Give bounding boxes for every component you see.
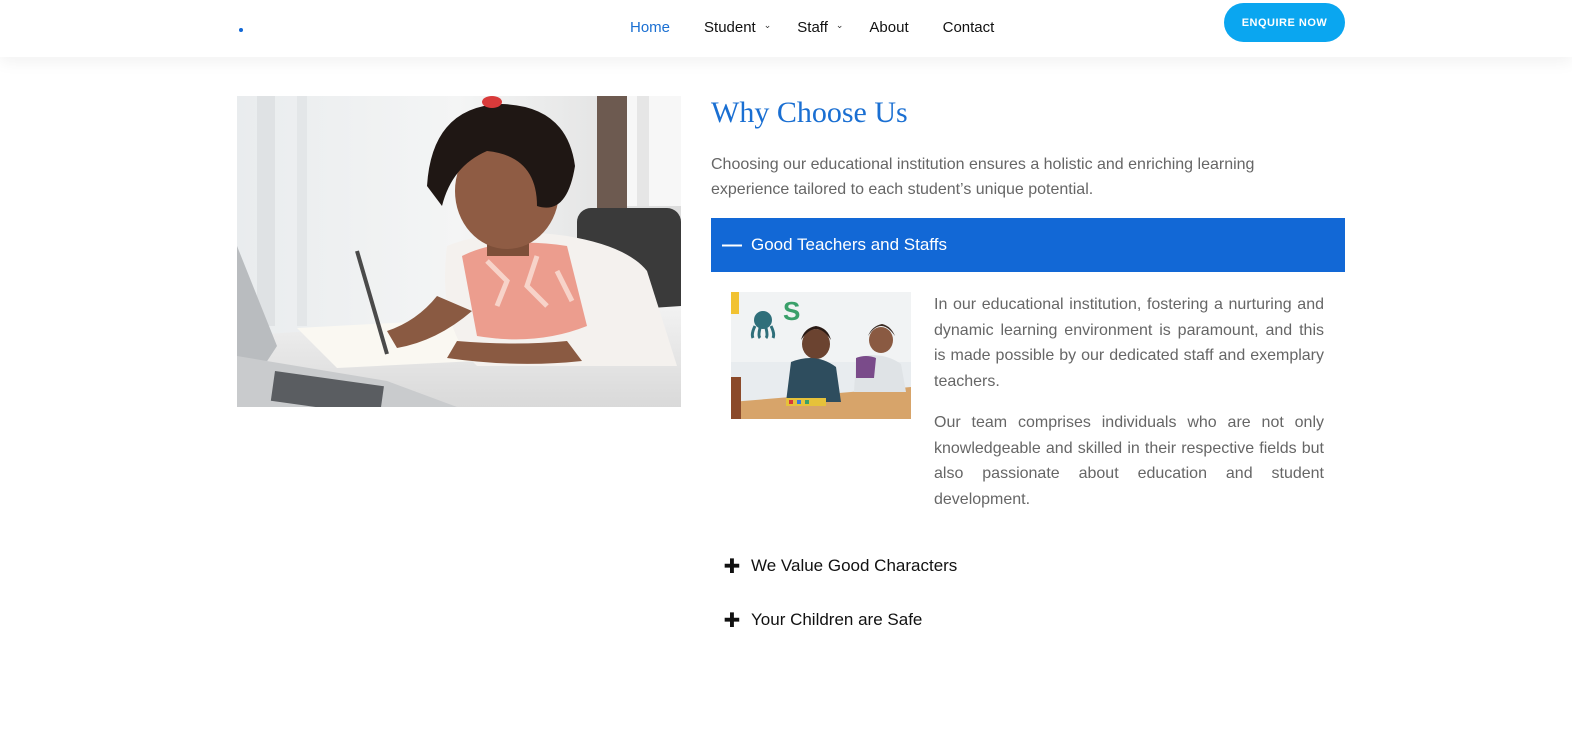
accordion-header-good-teachers[interactable]: — Good Teachers and Staffs <box>711 218 1345 272</box>
nav-item-label: Contact <box>942 18 995 36</box>
svg-text:S: S <box>783 296 800 326</box>
accordion-content: In our educational institution, fosterin… <box>934 292 1324 512</box>
nav-item-label: Staff <box>797 18 828 36</box>
why-choose-us-section: Why Choose Us Choosing our educational i… <box>711 96 1345 647</box>
enquire-now-button[interactable]: ENQUIRE NOW <box>1224 3 1345 42</box>
logo[interactable] <box>239 28 243 32</box>
nav-item-about[interactable]: About <box>869 19 908 36</box>
main-nav: Home Student ⌄ Staff ⌄ About Contact <box>630 17 1028 37</box>
section-title: Why Choose Us <box>711 96 908 129</box>
nav-item-student[interactable]: Student ⌄ <box>704 19 771 36</box>
accordion-label: Good Teachers and Staffs <box>751 235 947 254</box>
nav-item-label: About <box>869 18 909 36</box>
accordion-label: Your Children are Safe <box>751 610 923 629</box>
hero-image <box>237 96 681 407</box>
plus-icon: ✚ <box>723 609 741 632</box>
classroom-thumbnail: S <box>731 292 911 419</box>
accordion-paragraph: Our team comprises individuals who are n… <box>934 414 1324 508</box>
accordion-label: We Value Good Characters <box>751 556 958 575</box>
section-intro: Choosing our educational institution ens… <box>711 156 1255 198</box>
nav-item-label: Student <box>704 18 756 36</box>
nav-item-home[interactable]: Home <box>630 19 670 36</box>
accordion-panel-good-teachers: S In our educational institution, foster… <box>711 272 1345 539</box>
nav-item-contact[interactable]: Contact <box>943 19 995 36</box>
minus-icon: — <box>722 233 742 256</box>
nav-item-label: Home <box>630 18 671 36</box>
chevron-down-icon: ⌄ <box>763 19 772 30</box>
accordion-paragraph: In our educational institution, fosterin… <box>934 296 1324 390</box>
plus-icon: ✚ <box>723 555 741 578</box>
chevron-down-icon: ⌄ <box>835 19 844 30</box>
nav-item-staff[interactable]: Staff ⌄ <box>797 19 843 36</box>
site-header: Home Student ⌄ Staff ⌄ About Contact ENQ… <box>0 0 1572 57</box>
accordion-header-children-safe[interactable]: ✚ Your Children are Safe <box>711 593 1345 647</box>
accordion-header-good-characters[interactable]: ✚ We Value Good Characters <box>711 539 1345 593</box>
